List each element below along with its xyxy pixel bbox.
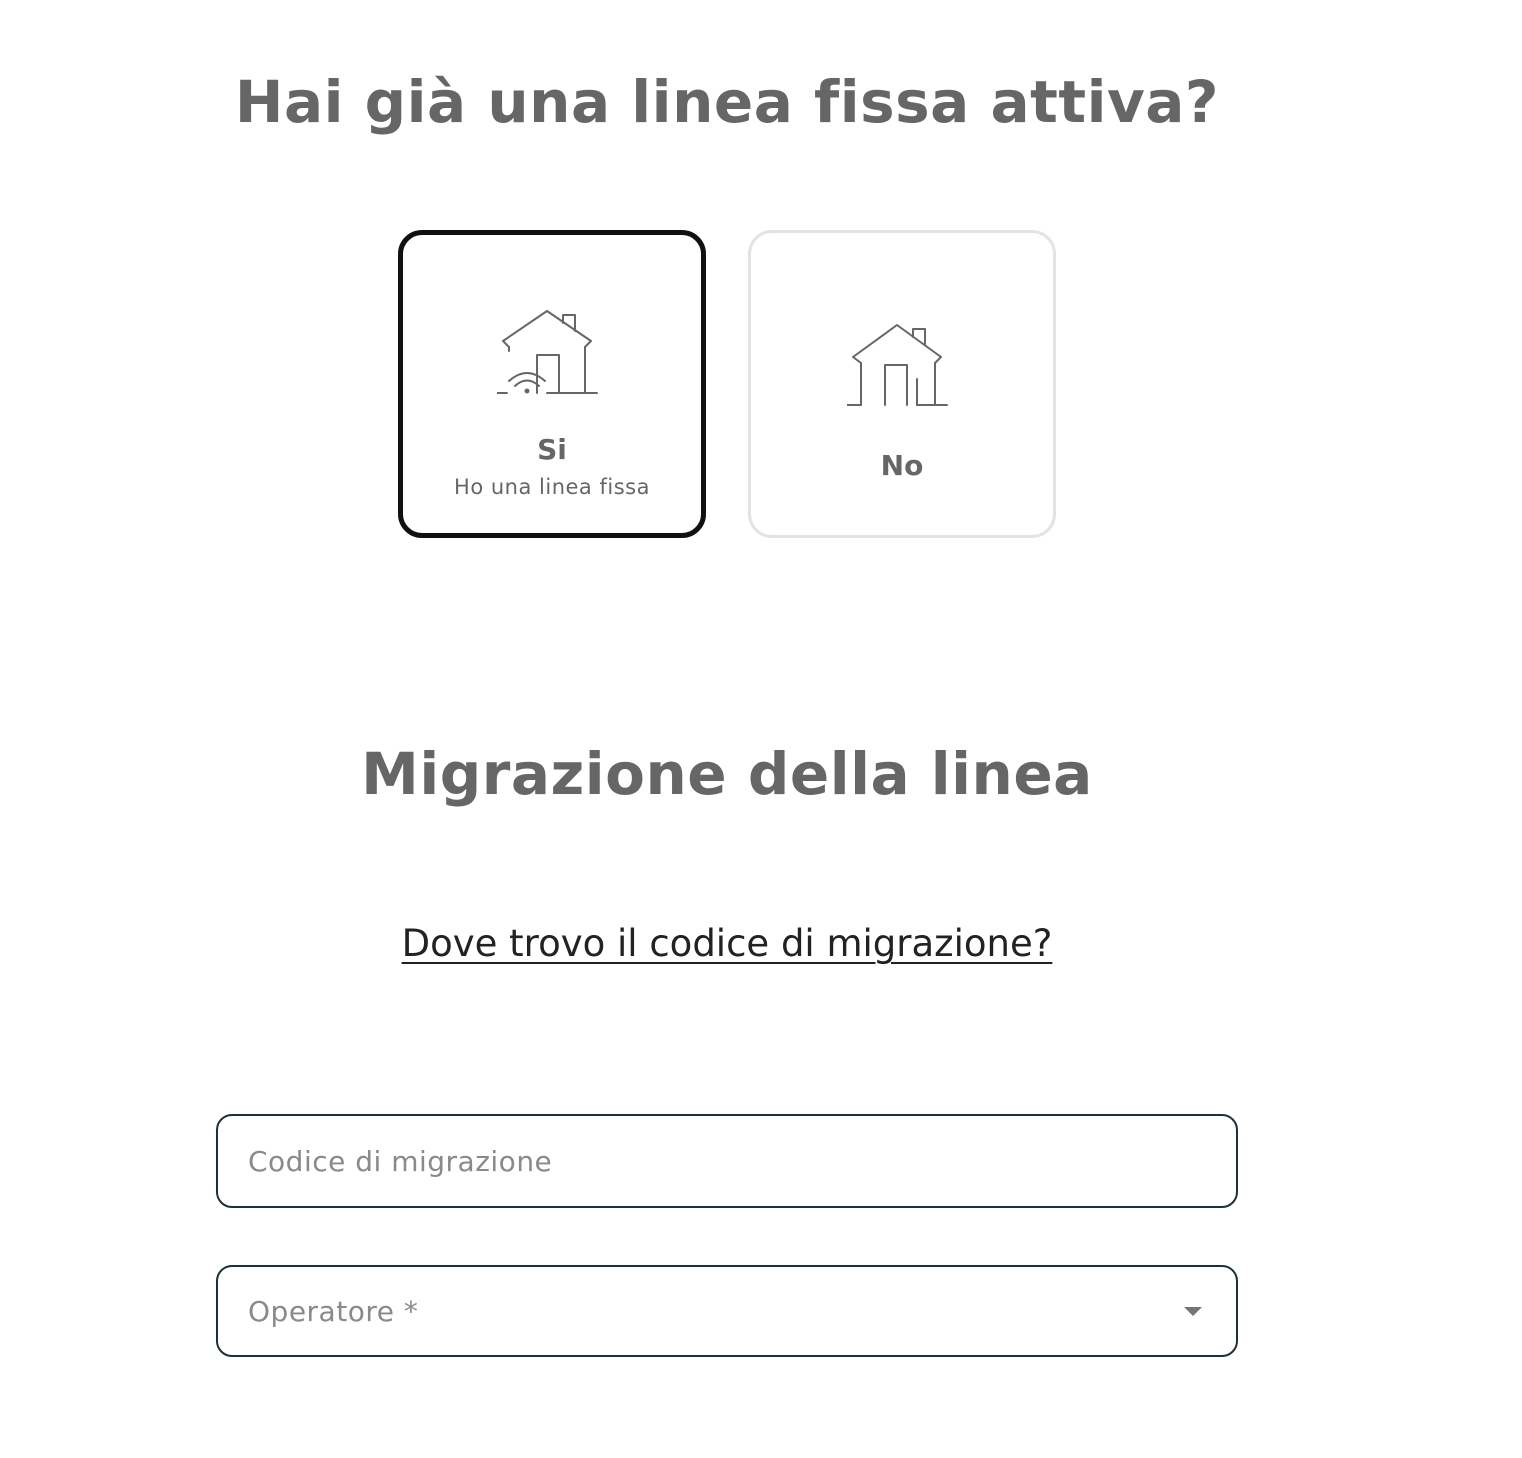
option-sublabel-yes: Ho una linea fissa [454,475,650,499]
line-question-title: Hai già una linea fissa attiva? [234,68,1220,136]
house-wifi-icon [497,310,598,394]
option-label-no: No [880,449,924,482]
migration-code-input[interactable] [248,1116,1188,1206]
house-icon [847,324,948,406]
option-label-yes: Si [537,433,567,466]
migration-code-help-link[interactable]: Dove trovo il codice di migrazione? [0,922,1454,965]
migration-title: Migrazione della linea [361,740,1093,808]
chevron-down-icon[interactable] [1184,1307,1202,1316]
migration-code-field[interactable] [216,1114,1238,1208]
operator-select-placeholder: Operatore * [248,1295,419,1328]
option-card-yes[interactable]: Si Ho una linea fissa [398,230,706,538]
operator-select[interactable]: Operatore * [216,1265,1238,1357]
option-card-no[interactable]: No [748,230,1056,538]
